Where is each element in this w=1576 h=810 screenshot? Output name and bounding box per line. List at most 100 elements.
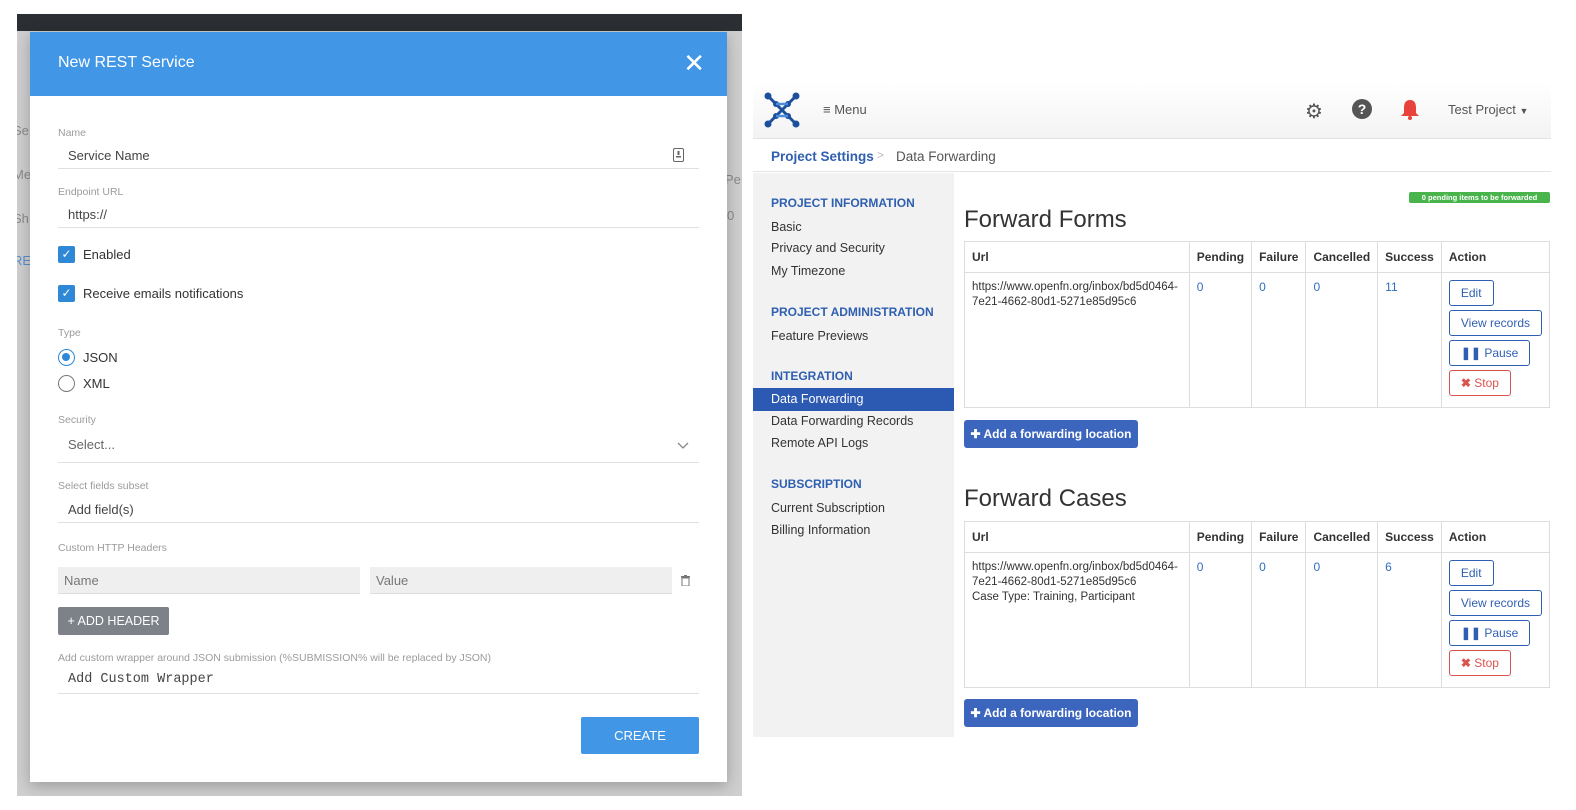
case-type-text: Case Type: Training, Participant — [972, 591, 1135, 603]
menu-toggle[interactable]: ≡ Menu — [823, 102, 867, 117]
header-value-input[interactable]: Value — [370, 567, 672, 594]
security-select[interactable]: Select... — [68, 437, 115, 452]
column-header: Action — [1440, 521, 1551, 553]
stop-icon: ✖ — [1460, 376, 1471, 390]
name-label: Name — [58, 127, 87, 139]
column-header: Pending — [1188, 241, 1253, 273]
json-radio[interactable] — [58, 349, 75, 366]
left-screenshot: Se Me Sh RE Pe 0 New REST Service ✕ Name… — [17, 14, 742, 796]
pause-icon: ❚❚ — [1460, 626, 1481, 640]
column-header: Cancelled — [1305, 241, 1379, 273]
column-header: Pending — [1188, 521, 1253, 553]
success-count[interactable]: 6 — [1377, 552, 1442, 688]
field-autofill-icon[interactable] — [673, 148, 684, 162]
name-input[interactable]: Service Name — [68, 148, 150, 163]
browser-top-bar — [17, 14, 742, 31]
help-icon[interactable]: ? — [1352, 99, 1372, 119]
dialog-title: New REST Service — [58, 54, 195, 71]
project-label: Test Project — [1448, 102, 1516, 117]
endpoint-input[interactable]: https:// — [68, 207, 107, 222]
add-header-button[interactable]: + ADD HEADER — [58, 607, 169, 635]
sidebar-item-current-subscription[interactable]: Current Subscription — [771, 501, 885, 515]
background-text: RE — [17, 253, 32, 268]
sidebar-heading-project-information: PROJECT INFORMATION — [771, 196, 915, 210]
stop-button[interactable]: ✖ Stop — [1448, 370, 1511, 396]
background-text: Pe — [725, 172, 741, 187]
table-row: https://www.openfn.org/inbox/bd5d0464-7e… — [964, 552, 1551, 688]
cancelled-count[interactable]: 0 — [1305, 552, 1379, 688]
enabled-checkbox[interactable]: ✓ — [58, 246, 75, 263]
column-header: Url — [964, 521, 1190, 553]
sidebar-item-privacy[interactable]: Privacy and Security — [771, 241, 885, 255]
breadcrumb: Project Settings > Data Forwarding — [753, 140, 1551, 172]
fields-subset-input[interactable]: Add field(s) — [68, 502, 134, 517]
pause-icon: ❚❚ — [1460, 346, 1481, 360]
dialog-header: New REST Service ✕ — [30, 32, 727, 96]
pending-count[interactable]: 0 — [1188, 272, 1253, 408]
emails-label: Receive emails notifications — [83, 286, 244, 301]
xml-radio[interactable] — [58, 375, 75, 392]
new-rest-service-dialog: New REST Service ✕ Name Service Name End… — [30, 32, 727, 782]
app-logo-icon[interactable] — [763, 91, 801, 129]
sidebar-item-data-forwarding-records[interactable]: Data Forwarding Records — [771, 414, 913, 428]
column-header: Failure — [1251, 241, 1307, 273]
bell-icon[interactable] — [1399, 98, 1421, 120]
wrapper-label: Add custom wrapper around JSON submissio… — [58, 652, 491, 664]
column-header: Cancelled — [1305, 521, 1379, 553]
pause-button[interactable]: ❚❚ Pause — [1448, 340, 1531, 366]
caret-down-icon: ▼ — [1519, 106, 1529, 116]
sidebar-item-timezone[interactable]: My Timezone — [771, 264, 845, 278]
forward-cases-title: Forward Cases — [964, 485, 1127, 512]
view-records-button[interactable]: View records — [1448, 310, 1542, 336]
enabled-label: Enabled — [83, 247, 131, 262]
close-icon[interactable]: ✕ — [683, 50, 705, 76]
menu-label: Menu — [834, 102, 867, 117]
add-forwarding-location-forms-button[interactable]: ✚ Add a forwarding location — [964, 420, 1138, 448]
emails-checkbox[interactable]: ✓ — [58, 285, 75, 302]
column-header: Success — [1377, 241, 1442, 273]
gear-icon[interactable]: ⚙ — [1305, 99, 1323, 124]
action-cell: Edit View records ❚❚ Pause ✖ Stop — [1440, 552, 1551, 688]
wrapper-input[interactable]: Add Custom Wrapper — [68, 672, 214, 687]
breadcrumb-current: Data Forwarding — [896, 149, 996, 164]
view-records-button[interactable]: View records — [1448, 590, 1542, 616]
pending-count[interactable]: 0 — [1188, 552, 1253, 688]
stop-button[interactable]: ✖ Stop — [1448, 650, 1511, 676]
hamburger-icon: ≡ — [823, 102, 831, 117]
edit-button[interactable]: Edit — [1448, 560, 1494, 586]
sidebar-heading-integration: INTEGRATION — [771, 369, 853, 383]
create-button[interactable]: CREATE — [581, 717, 699, 754]
breadcrumb-project-settings[interactable]: Project Settings — [771, 149, 874, 164]
add-forwarding-location-cases-button[interactable]: ✚ Add a forwarding location — [964, 699, 1138, 727]
stop-label: Stop — [1474, 376, 1499, 390]
sidebar-item-basic[interactable]: Basic — [771, 220, 802, 234]
trash-icon[interactable] — [681, 575, 690, 586]
edit-button[interactable]: Edit — [1448, 280, 1494, 306]
chevron-down-icon[interactable] — [677, 442, 689, 450]
fields-underline — [58, 522, 699, 523]
sidebar-item-feature-previews[interactable]: Feature Previews — [771, 329, 868, 343]
success-count[interactable]: 11 — [1377, 272, 1442, 408]
sidebar-item-data-forwarding[interactable]: Data Forwarding — [771, 392, 863, 406]
header-name-input[interactable]: Name — [58, 567, 360, 594]
sidebar-item-remote-api-logs[interactable]: Remote API Logs — [771, 436, 868, 450]
pause-label: Pause — [1484, 626, 1519, 640]
top-navbar: ≡ Menu ⚙ ? Test Project ▼ — [753, 82, 1551, 139]
action-cell: Edit View records ❚❚ Pause ✖ Stop — [1440, 272, 1551, 408]
table-header-row: Url Pending Failure Cancelled Success Ac… — [964, 521, 1551, 553]
project-dropdown[interactable]: Test Project ▼ — [1448, 102, 1528, 117]
table-row: https://www.openfn.org/inbox/bd5d0464-7e… — [964, 272, 1551, 408]
name-underline — [58, 168, 699, 169]
headers-label: Custom HTTP Headers — [58, 542, 167, 554]
sidebar-heading-project-administration: PROJECT ADMINISTRATION — [771, 305, 934, 319]
endpoint-underline — [58, 227, 699, 228]
stop-icon: ✖ — [1460, 656, 1471, 670]
failure-count[interactable]: 0 — [1251, 552, 1307, 688]
column-header: Success — [1377, 521, 1442, 553]
failure-count[interactable]: 0 — [1251, 272, 1307, 408]
stop-label: Stop — [1474, 656, 1499, 670]
plus-icon: ✚ — [970, 706, 981, 720]
sidebar-item-billing[interactable]: Billing Information — [771, 523, 870, 537]
cancelled-count[interactable]: 0 — [1305, 272, 1379, 408]
pause-button[interactable]: ❚❚ Pause — [1448, 620, 1531, 646]
